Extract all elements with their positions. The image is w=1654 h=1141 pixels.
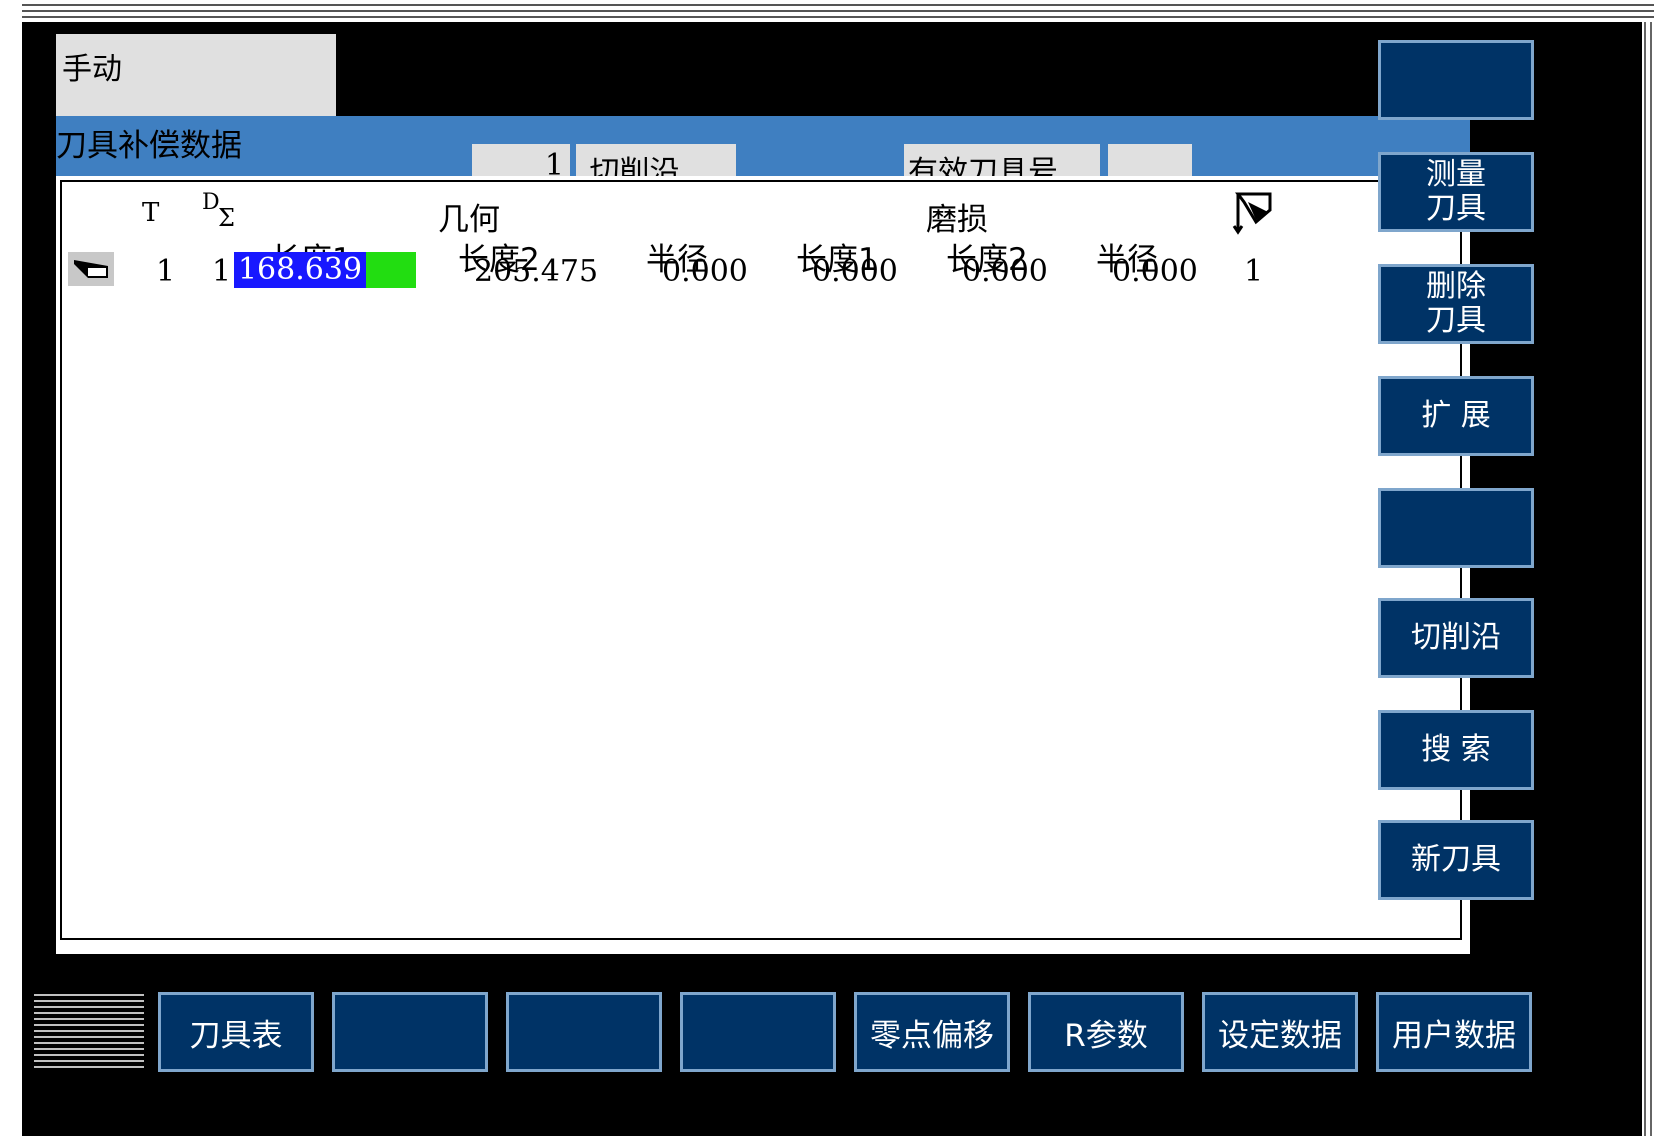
hsoftkey-4[interactable]: [680, 992, 836, 1072]
search-button[interactable]: 搜 索: [1378, 710, 1534, 790]
cell-wear-length1[interactable]: 0.000: [812, 254, 898, 289]
cell-wear-length2[interactable]: 0.000: [962, 254, 1048, 289]
turning-tool-icon: [68, 252, 114, 286]
col-header-d-sum: Σ: [218, 204, 235, 232]
cnc-screen: 手动 刀具补偿数据 1 .切削沿 有效刀具号 T D Σ 几何 磨损 长度1 长…: [22, 22, 1642, 1136]
group-header-geometry: 几何: [438, 202, 500, 238]
cell-t: 1: [156, 254, 176, 289]
col-header-t: T: [142, 198, 160, 228]
cell-edge-position: 1: [1244, 254, 1264, 289]
vsoftkey-1[interactable]: [1378, 40, 1534, 120]
cell-geo-length2[interactable]: 205.475: [474, 254, 598, 289]
cell-geo-radius[interactable]: 0.000: [662, 254, 748, 289]
input-cursor: [366, 252, 416, 288]
group-header-wear: 磨损: [926, 202, 988, 238]
user-data-button[interactable]: 用户数据: [1376, 992, 1532, 1072]
hsoftkey-2[interactable]: [332, 992, 488, 1072]
table-frame: [60, 180, 1462, 940]
cutting-edge-button[interactable]: 切削沿: [1378, 598, 1534, 678]
zero-offset-button[interactable]: 零点偏移: [854, 992, 1010, 1072]
delete-tool-button[interactable]: 删除 刀具: [1378, 264, 1534, 344]
vsoftkey-5[interactable]: [1378, 488, 1534, 568]
cell-geo-length1-selected[interactable]: 168.639: [234, 252, 366, 288]
measure-tool-button[interactable]: 测量 刀具: [1378, 152, 1534, 232]
tool-offset-header: 刀具补偿数据 1 .切削沿 有效刀具号: [56, 116, 1470, 190]
right-border: [1642, 22, 1654, 1136]
setting-data-button[interactable]: 设定数据: [1202, 992, 1358, 1072]
cell-wear-radius[interactable]: 0.000: [1112, 254, 1198, 289]
top-border: [22, 0, 1654, 22]
recall-key-icon[interactable]: [34, 994, 144, 1070]
cutting-edge-position-icon: [1232, 192, 1272, 235]
extend-button[interactable]: 扩 展: [1378, 376, 1534, 456]
mode-indicator: 手动: [56, 34, 336, 116]
tool-offset-table: T D Σ 几何 磨损 长度1 长度2 半径 长度1 长度2 半径: [56, 176, 1470, 954]
cell-d: 1: [212, 254, 232, 289]
r-parameter-button[interactable]: R参数: [1028, 992, 1184, 1072]
new-tool-button[interactable]: 新刀具: [1378, 820, 1534, 900]
page-title: 刀具补偿数据: [56, 128, 242, 164]
col-header-d: D: [202, 190, 220, 215]
hsoftkey-3[interactable]: [506, 992, 662, 1072]
tool-list-button[interactable]: 刀具表: [158, 992, 314, 1072]
